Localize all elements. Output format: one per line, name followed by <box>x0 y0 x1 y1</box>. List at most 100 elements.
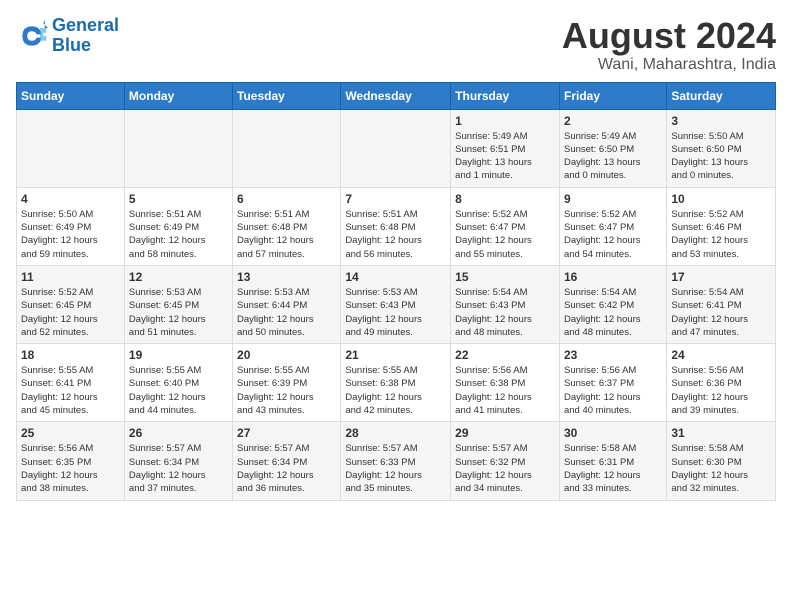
day-number: 15 <box>455 270 555 284</box>
day-cell-24: 24 Sunrise: 5:56 AM Sunset: 6:36 PM Dayli… <box>667 344 776 422</box>
day-info: Sunrise: 5:56 AM Sunset: 6:37 PM Dayligh… <box>564 364 662 417</box>
day-cell-27: 27 Sunrise: 5:57 AM Sunset: 6:34 PM Dayli… <box>233 422 341 500</box>
day-number: 22 <box>455 348 555 362</box>
day-number: 25 <box>21 426 120 440</box>
day-info: Sunrise: 5:49 AM Sunset: 6:50 PM Dayligh… <box>564 130 662 183</box>
day-number: 20 <box>237 348 336 362</box>
day-cell-10: 10 Sunrise: 5:52 AM Sunset: 6:46 PM Dayli… <box>667 187 776 265</box>
day-number: 6 <box>237 192 336 206</box>
day-cell-26: 26 Sunrise: 5:57 AM Sunset: 6:34 PM Dayli… <box>124 422 232 500</box>
header-sunday: Sunday <box>17 82 125 109</box>
day-number: 17 <box>671 270 771 284</box>
day-info: Sunrise: 5:58 AM Sunset: 6:31 PM Dayligh… <box>564 442 662 495</box>
day-cell-2: 2 Sunrise: 5:49 AM Sunset: 6:50 PM Daylig… <box>559 109 666 187</box>
day-info: Sunrise: 5:58 AM Sunset: 6:30 PM Dayligh… <box>671 442 771 495</box>
day-number: 10 <box>671 192 771 206</box>
day-info: Sunrise: 5:54 AM Sunset: 6:42 PM Dayligh… <box>564 286 662 339</box>
day-number: 4 <box>21 192 120 206</box>
day-cell-1: 1Sunrise: 5:49 AM Sunset: 6:51 PM Daylig… <box>451 109 560 187</box>
day-cell-17: 17 Sunrise: 5:54 AM Sunset: 6:41 PM Dayli… <box>667 265 776 343</box>
week-row-5: 25Sunrise: 5:56 AM Sunset: 6:35 PM Dayli… <box>17 422 776 500</box>
day-cell-7: 7 Sunrise: 5:51 AM Sunset: 6:48 PM Daylig… <box>341 187 451 265</box>
day-cell-23: 23 Sunrise: 5:56 AM Sunset: 6:37 PM Dayli… <box>559 344 666 422</box>
day-cell-22: 22 Sunrise: 5:56 AM Sunset: 6:38 PM Dayli… <box>451 344 560 422</box>
day-cell-16: 16 Sunrise: 5:54 AM Sunset: 6:42 PM Dayli… <box>559 265 666 343</box>
day-cell-6: 6 Sunrise: 5:51 AM Sunset: 6:48 PM Daylig… <box>233 187 341 265</box>
day-cell-9: 9 Sunrise: 5:52 AM Sunset: 6:47 PM Daylig… <box>559 187 666 265</box>
day-info: Sunrise: 5:50 AM Sunset: 6:50 PM Dayligh… <box>671 130 771 183</box>
day-info: Sunrise: 5:53 AM Sunset: 6:45 PM Dayligh… <box>129 286 228 339</box>
day-info: Sunrise: 5:57 AM Sunset: 6:32 PM Dayligh… <box>455 442 555 495</box>
day-cell-30: 30 Sunrise: 5:58 AM Sunset: 6:31 PM Dayli… <box>559 422 666 500</box>
header-monday: Monday <box>124 82 232 109</box>
empty-cell <box>124 109 232 187</box>
day-info: Sunrise: 5:55 AM Sunset: 6:40 PM Dayligh… <box>129 364 228 417</box>
header-thursday: Thursday <box>451 82 560 109</box>
day-cell-11: 11Sunrise: 5:52 AM Sunset: 6:45 PM Dayli… <box>17 265 125 343</box>
day-number: 1 <box>455 114 555 128</box>
day-info: Sunrise: 5:57 AM Sunset: 6:33 PM Dayligh… <box>345 442 446 495</box>
day-number: 3 <box>671 114 771 128</box>
logo-line2: Blue <box>52 35 91 55</box>
day-info: Sunrise: 5:52 AM Sunset: 6:47 PM Dayligh… <box>564 208 662 261</box>
day-number: 11 <box>21 270 120 284</box>
day-cell-20: 20Sunrise: 5:55 AM Sunset: 6:39 PM Dayli… <box>233 344 341 422</box>
header-wednesday: Wednesday <box>341 82 451 109</box>
day-info: Sunrise: 5:51 AM Sunset: 6:48 PM Dayligh… <box>237 208 336 261</box>
day-number: 30 <box>564 426 662 440</box>
week-row-1: 1Sunrise: 5:49 AM Sunset: 6:51 PM Daylig… <box>17 109 776 187</box>
day-number: 8 <box>455 192 555 206</box>
day-number: 5 <box>129 192 228 206</box>
day-number: 19 <box>129 348 228 362</box>
day-info: Sunrise: 5:52 AM Sunset: 6:46 PM Dayligh… <box>671 208 771 261</box>
day-info: Sunrise: 5:54 AM Sunset: 6:43 PM Dayligh… <box>455 286 555 339</box>
empty-cell <box>341 109 451 187</box>
day-info: Sunrise: 5:51 AM Sunset: 6:49 PM Dayligh… <box>129 208 228 261</box>
day-cell-29: 29 Sunrise: 5:57 AM Sunset: 6:32 PM Dayli… <box>451 422 560 500</box>
day-info: Sunrise: 5:54 AM Sunset: 6:41 PM Dayligh… <box>671 286 771 339</box>
day-number: 18 <box>21 348 120 362</box>
day-cell-4: 4 Sunrise: 5:50 AM Sunset: 6:49 PM Daylig… <box>17 187 125 265</box>
day-number: 9 <box>564 192 662 206</box>
day-cell-21: 21 Sunrise: 5:55 AM Sunset: 6:38 PM Dayli… <box>341 344 451 422</box>
header-saturday: Saturday <box>667 82 776 109</box>
day-number: 7 <box>345 192 446 206</box>
empty-cell <box>233 109 341 187</box>
day-number: 2 <box>564 114 662 128</box>
day-cell-5: 5 Sunrise: 5:51 AM Sunset: 6:49 PM Daylig… <box>124 187 232 265</box>
day-number: 27 <box>237 426 336 440</box>
day-number: 21 <box>345 348 446 362</box>
page-header: General Blue August 2024 Wani, Maharasht… <box>16 16 776 74</box>
location: Wani, Maharashtra, India <box>562 56 776 74</box>
day-info: Sunrise: 5:56 AM Sunset: 6:36 PM Dayligh… <box>671 364 771 417</box>
logo-icon <box>16 20 48 52</box>
day-cell-8: 8 Sunrise: 5:52 AM Sunset: 6:47 PM Daylig… <box>451 187 560 265</box>
day-cell-18: 18 Sunrise: 5:55 AM Sunset: 6:41 PM Dayli… <box>17 344 125 422</box>
day-info: Sunrise: 5:53 AM Sunset: 6:44 PM Dayligh… <box>237 286 336 339</box>
day-number: 16 <box>564 270 662 284</box>
day-cell-14: 14 Sunrise: 5:53 AM Sunset: 6:43 PM Dayli… <box>341 265 451 343</box>
day-number: 24 <box>671 348 771 362</box>
empty-cell <box>17 109 125 187</box>
day-info: Sunrise: 5:52 AM Sunset: 6:47 PM Dayligh… <box>455 208 555 261</box>
day-number: 29 <box>455 426 555 440</box>
month-title: August 2024 <box>562 16 776 56</box>
day-info: Sunrise: 5:53 AM Sunset: 6:43 PM Dayligh… <box>345 286 446 339</box>
day-info: Sunrise: 5:51 AM Sunset: 6:48 PM Dayligh… <box>345 208 446 261</box>
day-number: 23 <box>564 348 662 362</box>
logo-line1: General <box>52 15 119 35</box>
day-info: Sunrise: 5:57 AM Sunset: 6:34 PM Dayligh… <box>237 442 336 495</box>
day-cell-3: 3 Sunrise: 5:50 AM Sunset: 6:50 PM Daylig… <box>667 109 776 187</box>
day-info: Sunrise: 5:55 AM Sunset: 6:38 PM Dayligh… <box>345 364 446 417</box>
day-number: 26 <box>129 426 228 440</box>
day-number: 14 <box>345 270 446 284</box>
day-cell-19: 19 Sunrise: 5:55 AM Sunset: 6:40 PM Dayli… <box>124 344 232 422</box>
week-row-4: 18 Sunrise: 5:55 AM Sunset: 6:41 PM Dayli… <box>17 344 776 422</box>
day-info: Sunrise: 5:56 AM Sunset: 6:38 PM Dayligh… <box>455 364 555 417</box>
day-info: Sunrise: 5:57 AM Sunset: 6:34 PM Dayligh… <box>129 442 228 495</box>
logo-text: General Blue <box>52 16 119 56</box>
day-info: Sunrise: 5:55 AM Sunset: 6:41 PM Dayligh… <box>21 364 120 417</box>
day-info: Sunrise: 5:50 AM Sunset: 6:49 PM Dayligh… <box>21 208 120 261</box>
day-number: 28 <box>345 426 446 440</box>
day-number: 13 <box>237 270 336 284</box>
